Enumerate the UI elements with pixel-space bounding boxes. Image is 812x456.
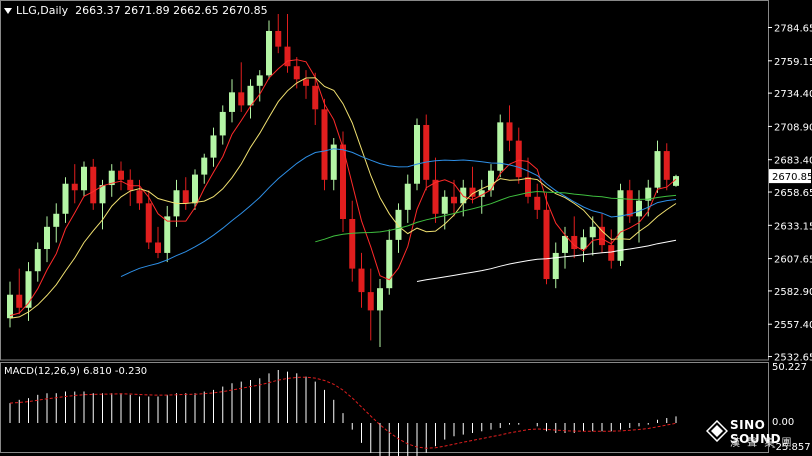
candle-body	[16, 294, 23, 308]
candle-body	[219, 111, 226, 136]
candle-body	[599, 226, 605, 246]
macd-axis-label: 50.227	[772, 362, 807, 373]
candle-body	[349, 218, 356, 269]
candle-body	[321, 109, 328, 180]
symbol-label: LLG,Daily	[16, 4, 69, 17]
y-tick-label: 2557.40	[774, 320, 812, 331]
candle-body	[525, 177, 531, 197]
candle-body	[441, 196, 448, 214]
candle-body	[534, 196, 541, 210]
candle-body	[358, 268, 365, 293]
last-price-label: 2670.85	[772, 172, 812, 183]
candle-body	[81, 166, 87, 191]
candle-body	[562, 235, 568, 253]
candle-body	[515, 140, 522, 178]
logo-emblem-icon	[706, 420, 728, 442]
y-tick-label: 2633.15	[774, 221, 812, 232]
candle-body	[210, 135, 217, 158]
logo-sub: 漢 聲 集 團	[730, 438, 794, 449]
candle-body	[386, 239, 393, 289]
candle-body	[182, 190, 189, 204]
candle-body	[164, 216, 171, 253]
macd-signal-line	[9, 376, 677, 449]
candle-body	[71, 183, 78, 191]
candle-body	[432, 179, 439, 214]
candle-body	[303, 79, 309, 86]
candle-body	[488, 170, 494, 191]
y-tick-label: 2582.90	[774, 287, 812, 298]
candle-body	[552, 252, 559, 280]
candle-body	[395, 209, 402, 240]
y-tick-label: 2607.65	[774, 255, 812, 266]
y-tick-label: 2658.65	[774, 188, 812, 199]
candle-body	[266, 30, 272, 76]
candle-body	[626, 190, 633, 217]
sinosound-logo: SINO SOUND 漢 聲 集 團	[706, 416, 806, 450]
candle-body	[367, 292, 374, 311]
candle-body	[404, 183, 411, 210]
y-tick-label: 2708.90	[774, 122, 812, 133]
chart-header: LLG,Daily 2663.37 2671.89 2662.65 2670.8…	[4, 4, 268, 17]
candle-body	[654, 151, 661, 188]
candle-body	[99, 185, 106, 204]
candle-body	[192, 174, 198, 204]
price-panel-frame	[0, 0, 769, 361]
ohlc-readout: 2663.37 2671.89 2662.65 2670.85	[75, 4, 268, 17]
candle-body	[44, 226, 50, 250]
candle-body	[312, 85, 319, 110]
price-chart[interactable]: 2784.65 2759.15 2734.40 2708.90 2683.40 2658.…	[0, 0, 812, 456]
candle-body	[423, 124, 430, 180]
candle-body	[636, 200, 642, 217]
candle-body	[330, 144, 337, 180]
candle-body	[256, 75, 263, 86]
candle-body	[451, 196, 457, 204]
candle-body	[506, 122, 513, 141]
candle-body	[589, 226, 596, 238]
macd-label: MACD(12,26,9) 6.810 -0.230	[4, 366, 148, 377]
y-tick-label: 2734.40	[774, 89, 812, 100]
candle-body	[229, 92, 235, 112]
candle-body	[145, 203, 152, 243]
y-tick-label: 2759.15	[774, 57, 812, 68]
candle-body	[136, 190, 143, 204]
candle-body	[155, 242, 161, 253]
candle-body	[293, 66, 300, 80]
candle-body	[247, 85, 254, 106]
candle-body	[34, 249, 41, 272]
candle-body	[580, 237, 587, 250]
candle-body	[414, 124, 420, 184]
candle-body	[90, 166, 97, 204]
candle-body	[608, 245, 615, 261]
candle-body	[663, 151, 670, 180]
candle-body	[201, 157, 208, 175]
candle-body	[238, 92, 245, 106]
candle-body	[62, 183, 69, 214]
candle-body	[377, 288, 383, 311]
candle-body	[543, 209, 550, 280]
y-tick-label: 2784.65	[774, 24, 812, 35]
candle-body	[118, 170, 124, 180]
candle-body	[53, 213, 60, 227]
dropdown-triangle-icon[interactable]	[4, 8, 12, 14]
y-tick-label: 2683.40	[774, 156, 812, 167]
candle-body	[275, 30, 282, 47]
